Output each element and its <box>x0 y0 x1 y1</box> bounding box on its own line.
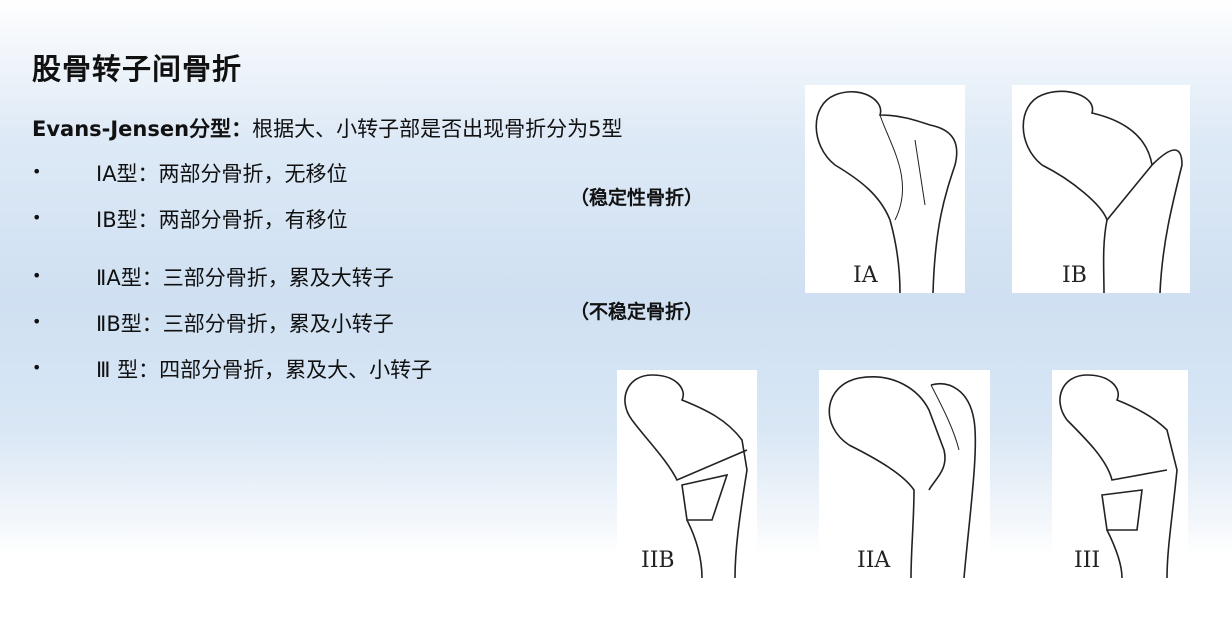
bullet: • <box>32 312 42 331</box>
figure-iii: III <box>1052 370 1188 579</box>
figure-label: IIB <box>641 548 675 573</box>
femur-iii-drawing <box>1059 374 1178 579</box>
femur-iia-drawing <box>828 376 977 579</box>
stable-note: （稳定性骨折） <box>570 187 704 209</box>
item-text: ⅡA型：三部分骨折，累及大转子 <box>96 266 394 290</box>
bullet: • <box>32 208 42 227</box>
item-text: ⅡB型：三部分骨折，累及小转子 <box>96 312 394 336</box>
item-text: Ⅲ 型：四部分骨折，累及大、小转子 <box>96 358 433 382</box>
figure-ib: IB <box>1012 85 1190 294</box>
item-text: ⅠA型：两部分骨折，无移位 <box>96 162 348 186</box>
figure-iia: IIA <box>819 370 990 579</box>
figure-label: IB <box>1062 263 1087 288</box>
bullet: • <box>32 266 42 285</box>
unstable-note: （不稳定骨折） <box>570 301 704 323</box>
bullet: • <box>32 162 42 181</box>
list-item: • ⅡA型：三部分骨折，累及大转子 <box>32 262 394 292</box>
list-item: • ⅠB型：两部分骨折，有移位 <box>32 204 348 234</box>
list-item: • Ⅲ 型：四部分骨折，累及大、小转子 <box>32 354 432 384</box>
slide-title: 股骨转子间骨折 <box>32 52 243 86</box>
classification-intro: Evans-Jensen分型：根据大、小转子部是否出现骨折分为5型 <box>32 113 622 143</box>
figure-label: IIA <box>857 548 891 573</box>
figure-ia: IA <box>805 85 965 294</box>
bullet: • <box>32 358 42 377</box>
femur-ib-drawing <box>1022 90 1183 294</box>
classification-name: Evans-Jensen分型： <box>32 117 253 141</box>
list-item: • ⅡB型：三部分骨折，累及小转子 <box>32 308 394 338</box>
figure-label: III <box>1074 548 1101 573</box>
femur-ia-drawing <box>815 90 958 294</box>
list-item: • ⅠA型：两部分骨折，无移位 <box>32 158 348 188</box>
item-text: ⅠB型：两部分骨折，有移位 <box>96 208 348 232</box>
figure-iib: IIB <box>617 370 757 579</box>
figure-label: IA <box>853 263 878 288</box>
classification-description: 根据大、小转子部是否出现骨折分为5型 <box>252 117 623 141</box>
femur-iib-drawing <box>624 374 748 579</box>
